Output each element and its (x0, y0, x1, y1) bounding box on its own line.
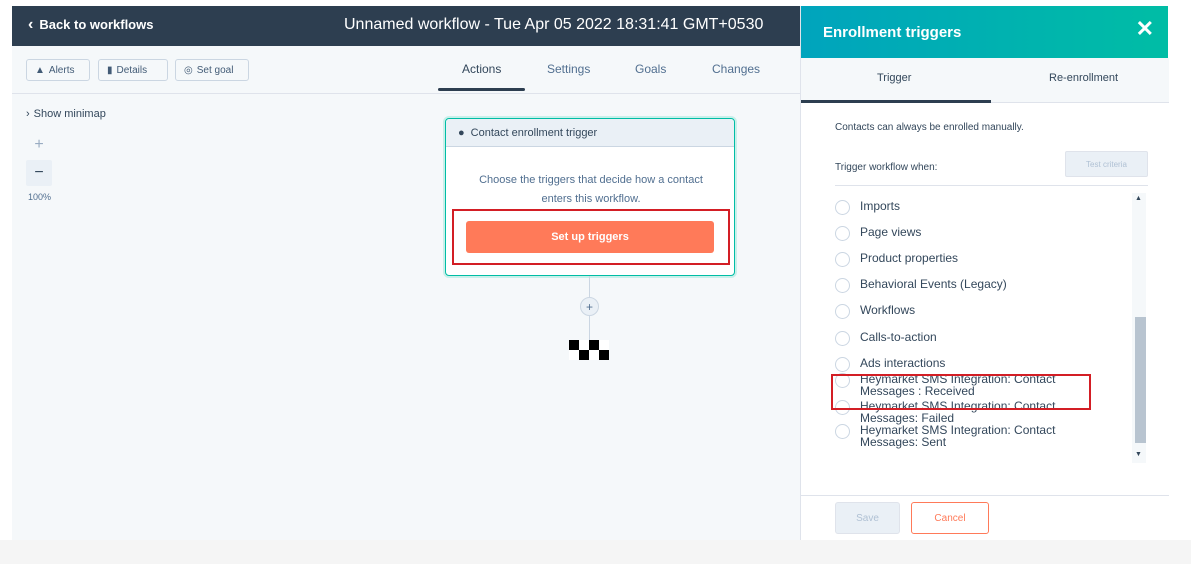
option-label: Workflows (860, 303, 916, 317)
enrollment-trigger-card[interactable]: ● Contact enrollment trigger Choose the … (445, 118, 735, 276)
workflow-title[interactable]: Unnamed workflow - Tue Apr 05 2022 18:31… (344, 16, 763, 34)
radio-button[interactable] (835, 357, 850, 372)
bottom-strip (0, 540, 1191, 564)
test-criteria-button[interactable]: Test criteria (1065, 151, 1148, 177)
option-label: Page views (860, 225, 922, 239)
zoom-out-button[interactable]: − (26, 160, 52, 186)
option-label: Imports (860, 199, 901, 213)
option-label: Heymarket SMS Integration: Contact Messa… (860, 423, 1056, 449)
radio-button[interactable] (835, 304, 850, 319)
chevron-left-icon: ‹ (28, 15, 34, 33)
panel-header: Enrollment triggers ✕ (801, 6, 1168, 58)
trigger-when-label: Trigger workflow when: (835, 162, 938, 173)
list-item[interactable]: Product properties (835, 252, 958, 267)
tab-changes[interactable]: Changes (712, 62, 760, 76)
panel-body: Contacts can always be enrolled manually… (801, 103, 1169, 495)
radio-button[interactable] (835, 200, 850, 215)
trigger-card-header: ● Contact enrollment trigger (446, 119, 734, 147)
list-item[interactable]: Behavioral Events (Legacy) (835, 278, 1007, 293)
tab-trigger[interactable]: Trigger (877, 72, 911, 84)
workflow-canvas[interactable]: › Show minimap + − 100% ● Contact enroll… (12, 94, 800, 546)
radio-button[interactable] (835, 331, 850, 346)
alerts-button[interactable]: ▲ Alerts (26, 59, 90, 81)
radio-button[interactable] (835, 278, 850, 293)
option-label: Calls-to-action (860, 330, 937, 344)
minimap-label: Show minimap (33, 108, 106, 120)
option-label: Behavioral Events (Legacy) (860, 277, 1007, 291)
cancel-button[interactable]: Cancel (911, 502, 989, 534)
contact-icon: ● (458, 126, 465, 139)
tab-re-enrollment[interactable]: Re-enrollment (1049, 72, 1118, 84)
list-item[interactable]: Ads interactions (835, 357, 945, 372)
back-to-workflows-link[interactable]: ‹ Back to workflows (28, 15, 154, 33)
set-goal-button[interactable]: ◎ Set goal (175, 59, 249, 81)
zoom-in-button[interactable]: + (26, 132, 52, 158)
trigger-card-description: Choose the triggers that decide how a co… (479, 174, 703, 205)
bar-chart-icon: ▮ (107, 64, 113, 76)
tab-actions[interactable]: Actions (462, 62, 501, 76)
warning-icon: ▲ (35, 64, 45, 76)
scroll-up-icon[interactable]: ▲ (1135, 195, 1142, 202)
radio-button[interactable] (835, 252, 850, 267)
annotation-highlight-box (831, 374, 1091, 410)
radio-button[interactable] (835, 424, 850, 439)
trigger-options-list: Imports Page views Product properties Be… (835, 185, 1148, 465)
set-up-triggers-button[interactable]: Set up triggers (466, 221, 714, 253)
details-button[interactable]: ▮ Details (98, 59, 168, 81)
scroll-thumb[interactable] (1135, 317, 1146, 443)
panel-title: Enrollment triggers (823, 23, 962, 41)
sub-toolbar: ▲ Alerts ▮ Details ◎ Set goal Actions Se… (12, 46, 800, 94)
manual-enroll-note: Contacts can always be enrolled manually… (835, 122, 1024, 133)
option-label: Product properties (860, 251, 959, 265)
list-item[interactable]: Page views (835, 226, 921, 241)
save-button[interactable]: Save (835, 502, 900, 534)
list-item[interactable]: Heymarket SMS Integration: Contact Messa… (835, 424, 1095, 448)
close-icon[interactable]: ✕ (1136, 18, 1154, 40)
scroll-down-icon[interactable]: ▼ (1135, 451, 1142, 458)
workflow-editor: ‹ Back to workflows Unnamed workflow - T… (12, 6, 1169, 546)
top-bar: ‹ Back to workflows Unnamed workflow - T… (12, 6, 800, 46)
chevron-right-icon: › (26, 108, 30, 120)
list-item[interactable]: Workflows (835, 304, 915, 319)
tab-goals[interactable]: Goals (635, 62, 666, 76)
enrollment-triggers-panel: Enrollment triggers ✕ Trigger Re-enrollm… (800, 6, 1169, 546)
list-scrollbar[interactable]: ▲ ▼ (1132, 193, 1146, 463)
list-item[interactable]: Calls-to-action (835, 331, 937, 346)
panel-footer: Save Cancel (801, 495, 1169, 546)
target-icon: ◎ (184, 64, 193, 76)
trigger-card-title: Contact enrollment trigger (470, 126, 598, 139)
details-label: Details (116, 64, 148, 76)
checkered-flag-icon (569, 340, 609, 360)
active-tab-indicator (438, 88, 525, 91)
tab-settings[interactable]: Settings (547, 62, 590, 76)
option-label: Ads interactions (860, 356, 946, 370)
add-action-button[interactable]: + (580, 297, 599, 316)
radio-button[interactable] (835, 226, 850, 241)
alerts-label: Alerts (48, 64, 75, 76)
back-link-label: Back to workflows (39, 17, 154, 32)
set-goal-label: Set goal (196, 64, 234, 76)
list-item[interactable]: Imports (835, 200, 900, 215)
zoom-level: 100% (28, 192, 52, 202)
show-minimap-toggle[interactable]: › Show minimap (26, 108, 106, 120)
panel-tabs: Trigger Re-enrollment (801, 58, 1169, 103)
